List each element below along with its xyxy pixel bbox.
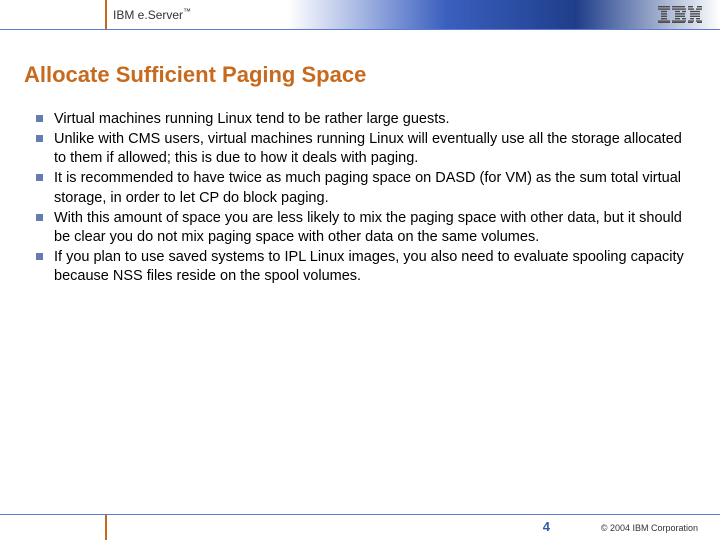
bullet-list: Virtual machines running Linux tend to b… bbox=[36, 110, 684, 286]
footer-bar: 4 © 2004 IBM Corporation bbox=[0, 514, 720, 540]
footer-accent bbox=[105, 515, 107, 540]
list-item: Virtual machines running Linux tend to b… bbox=[36, 110, 684, 129]
copyright-text: © 2004 IBM Corporation bbox=[601, 523, 698, 533]
list-item: If you plan to use saved systems to IPL … bbox=[36, 248, 684, 286]
list-item: With this amount of space you are less l… bbox=[36, 209, 684, 247]
brand-tm: ™ bbox=[183, 7, 191, 16]
header-accent bbox=[105, 0, 107, 29]
list-item: Unlike with CMS users, virtual machines … bbox=[36, 130, 684, 168]
brand-text: IBM e.Server™ bbox=[113, 7, 191, 22]
header-bar: IBM e.Server™ bbox=[0, 0, 720, 30]
ibm-logo-icon bbox=[658, 6, 702, 28]
body-content: Virtual machines running Linux tend to b… bbox=[0, 110, 720, 287]
slide: IBM e.Server™ bbox=[0, 0, 720, 540]
list-item: It is recommended to have twice as much … bbox=[36, 169, 684, 207]
page-number: 4 bbox=[543, 519, 550, 534]
brand-prefix: IBM e. bbox=[113, 8, 148, 22]
bullet-text: It is recommended to have twice as much … bbox=[54, 170, 681, 205]
bullet-text: Virtual machines running Linux tend to b… bbox=[54, 111, 450, 127]
bullet-text: Unlike with CMS users, virtual machines … bbox=[54, 131, 682, 166]
bullet-text: If you plan to use saved systems to IPL … bbox=[54, 249, 684, 284]
page-title: Allocate Sufficient Paging Space bbox=[24, 62, 720, 88]
brand-word: Server bbox=[148, 8, 183, 22]
bullet-text: With this amount of space you are less l… bbox=[54, 210, 682, 245]
